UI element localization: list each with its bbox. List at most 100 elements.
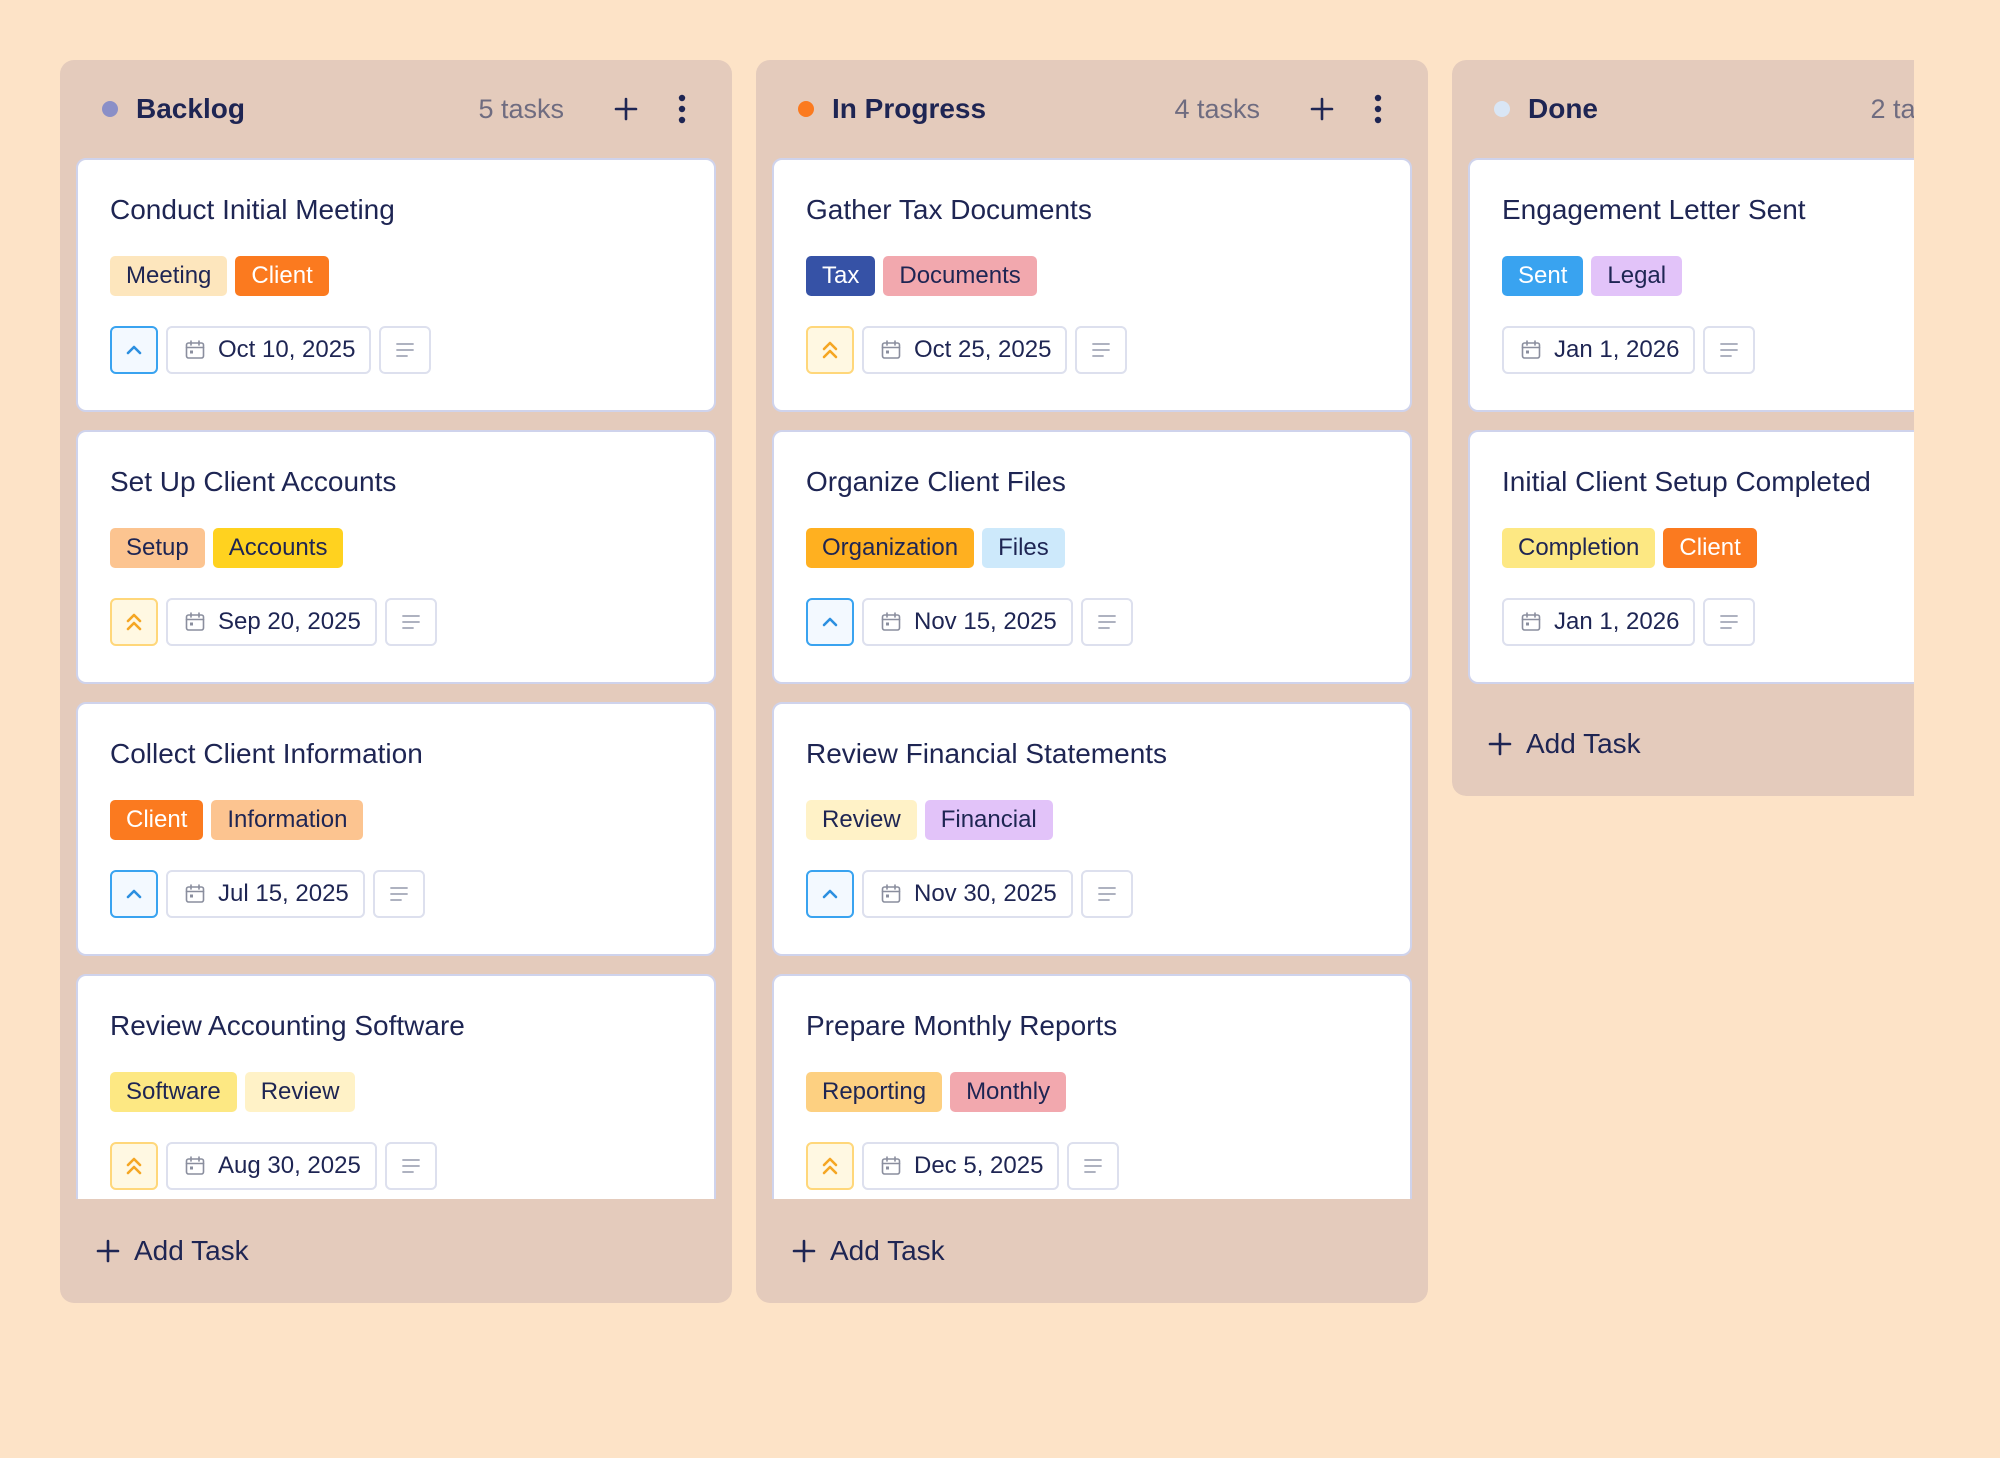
task-card[interactable]: Initial Client Setup Completed Completion… (1468, 430, 1914, 684)
column-header: Backlog 5 tasks (60, 60, 732, 158)
notes-button[interactable] (379, 326, 432, 374)
tag-list: Organization Files (806, 528, 1378, 568)
more-options-icon[interactable] (662, 89, 702, 129)
due-date-button[interactable]: Jan 1, 2026 (1502, 326, 1696, 374)
priority-button[interactable] (110, 326, 158, 374)
plus-icon (1488, 732, 1512, 756)
due-date: Nov 30, 2025 (914, 880, 1057, 907)
task-card[interactable]: Set Up Client Accounts Setup Accounts Sep 2… (76, 430, 716, 684)
priority-button[interactable] (110, 870, 158, 918)
priority-button[interactable] (110, 1142, 158, 1190)
due-date: Oct 25, 2025 (914, 336, 1052, 363)
chevron-up-icon (820, 612, 840, 632)
card-meta: Jul 15, 2025 (110, 870, 682, 918)
notes-button[interactable] (1703, 598, 1756, 646)
due-date-button[interactable]: Sep 20, 2025 (166, 598, 377, 646)
due-date-button[interactable]: Aug 30, 2025 (166, 1142, 377, 1190)
card-title: Set Up Client Accounts (110, 466, 397, 497)
calendar-icon (1520, 611, 1542, 633)
due-date-button[interactable]: Nov 30, 2025 (862, 870, 1073, 918)
notes-button[interactable] (1080, 598, 1133, 646)
notes-button[interactable] (384, 598, 437, 646)
add-task-icon[interactable] (606, 89, 646, 129)
card-meta: Oct 25, 2025 (806, 326, 1378, 374)
add-task-icon[interactable] (1302, 89, 1342, 129)
status-dot (102, 101, 118, 117)
task-card[interactable]: Review Accounting Software Software Review… (76, 974, 716, 1199)
due-date-button[interactable]: Nov 15, 2025 (862, 598, 1073, 646)
tag-badge: Accounts (212, 528, 344, 568)
priority-button[interactable] (806, 598, 854, 646)
notes-button[interactable] (372, 870, 425, 918)
notes-button[interactable] (1075, 326, 1128, 374)
notes-button[interactable] (384, 1142, 437, 1190)
column-header: In Progress 4 tasks (756, 60, 1428, 158)
column-title: In Progress (832, 93, 987, 124)
task-count: 4 tasks (1174, 93, 1260, 124)
card-title: Conduct Initial Meeting (110, 194, 395, 225)
kanban-board: Backlog 5 tasks Conduct Initial Meeting M… (60, 60, 1914, 1303)
due-date-button[interactable]: Dec 5, 2025 (862, 1142, 1060, 1190)
card-meta: Dec 5, 2025 (806, 1142, 1378, 1190)
due-date: Aug 30, 2025 (218, 1152, 361, 1179)
task-card[interactable]: Review Financial Statements Review Financi… (772, 702, 1412, 956)
notes-icon (1718, 613, 1740, 631)
task-card[interactable]: Organize Client Files Organization Files No… (772, 430, 1412, 684)
notes-icon (1096, 885, 1118, 903)
notes-button[interactable] (1080, 870, 1133, 918)
card-title: Initial Client Setup Completed (1502, 466, 1871, 497)
tag-badge: Client (1663, 528, 1757, 568)
priority-button[interactable] (806, 1142, 854, 1190)
due-date: Oct 10, 2025 (218, 336, 356, 363)
card-meta: Nov 15, 2025 (806, 598, 1378, 646)
more-options-icon[interactable] (1358, 89, 1398, 129)
notes-button[interactable] (1067, 1142, 1120, 1190)
card-meta: Jan 1, 2026 (1502, 326, 1914, 374)
tag-badge: Meeting (110, 256, 228, 296)
due-date-button[interactable]: Jul 15, 2025 (166, 870, 365, 918)
due-date-button[interactable]: Jan 1, 2026 (1502, 598, 1696, 646)
calendar-icon (184, 339, 206, 361)
chevron-up-icon (820, 884, 840, 904)
priority-button[interactable] (110, 598, 158, 646)
tag-badge: Setup (110, 528, 205, 568)
card-title: Gather Tax Documents (806, 194, 1092, 225)
notes-icon (400, 613, 422, 631)
calendar-icon (880, 883, 902, 905)
card-meta: Nov 30, 2025 (806, 870, 1378, 918)
tag-badge: Client (110, 800, 204, 840)
add-task-button[interactable]: Add Task (756, 1199, 1428, 1303)
card-meta: Oct 10, 2025 (110, 326, 682, 374)
task-card[interactable]: Engagement Letter Sent Sent Legal Jan 1, 20… (1468, 158, 1914, 412)
card-list: Conduct Initial Meeting Meeting Client Oct … (60, 158, 732, 1199)
add-task-button[interactable]: Add Task (1452, 692, 1914, 796)
column-title: Done (1528, 93, 1598, 124)
tag-badge: Review (806, 800, 917, 840)
plus-icon (792, 1239, 816, 1263)
tag-list: Client Information (110, 800, 682, 840)
due-date-button[interactable]: Oct 10, 2025 (166, 326, 372, 374)
double-chevron-up-icon (820, 1155, 840, 1177)
notes-icon (388, 885, 410, 903)
add-task-button[interactable]: Add Task (60, 1199, 732, 1303)
due-date-button[interactable]: Oct 25, 2025 (862, 326, 1068, 374)
priority-button[interactable] (806, 870, 854, 918)
task-card[interactable]: Prepare Monthly Reports Reporting Monthly D… (772, 974, 1412, 1199)
notes-button[interactable] (1703, 326, 1756, 374)
task-count: 2 tasks (1870, 93, 1914, 124)
tag-badge: Completion (1502, 528, 1656, 568)
plus-icon (96, 1239, 120, 1263)
task-card[interactable]: Collect Client Information Client Informat… (76, 702, 716, 956)
priority-button[interactable] (806, 326, 854, 374)
card-list: Engagement Letter Sent Sent Legal Jan 1, 20… (1452, 158, 1914, 692)
tag-badge: Tax (806, 256, 876, 296)
add-task-label: Add Task (134, 1235, 249, 1266)
task-card[interactable]: Gather Tax Documents Tax Documents Oct 25, … (772, 158, 1412, 412)
task-card[interactable]: Conduct Initial Meeting Meeting Client Oct … (76, 158, 716, 412)
due-date: Sep 20, 2025 (218, 608, 361, 635)
notes-icon (1090, 341, 1112, 359)
notes-icon (400, 1157, 422, 1175)
tag-badge: Information (211, 800, 364, 840)
card-title: Organize Client Files (806, 466, 1066, 497)
column-in-progress: In Progress 4 tasks Gather Tax Documents… (756, 60, 1428, 1303)
